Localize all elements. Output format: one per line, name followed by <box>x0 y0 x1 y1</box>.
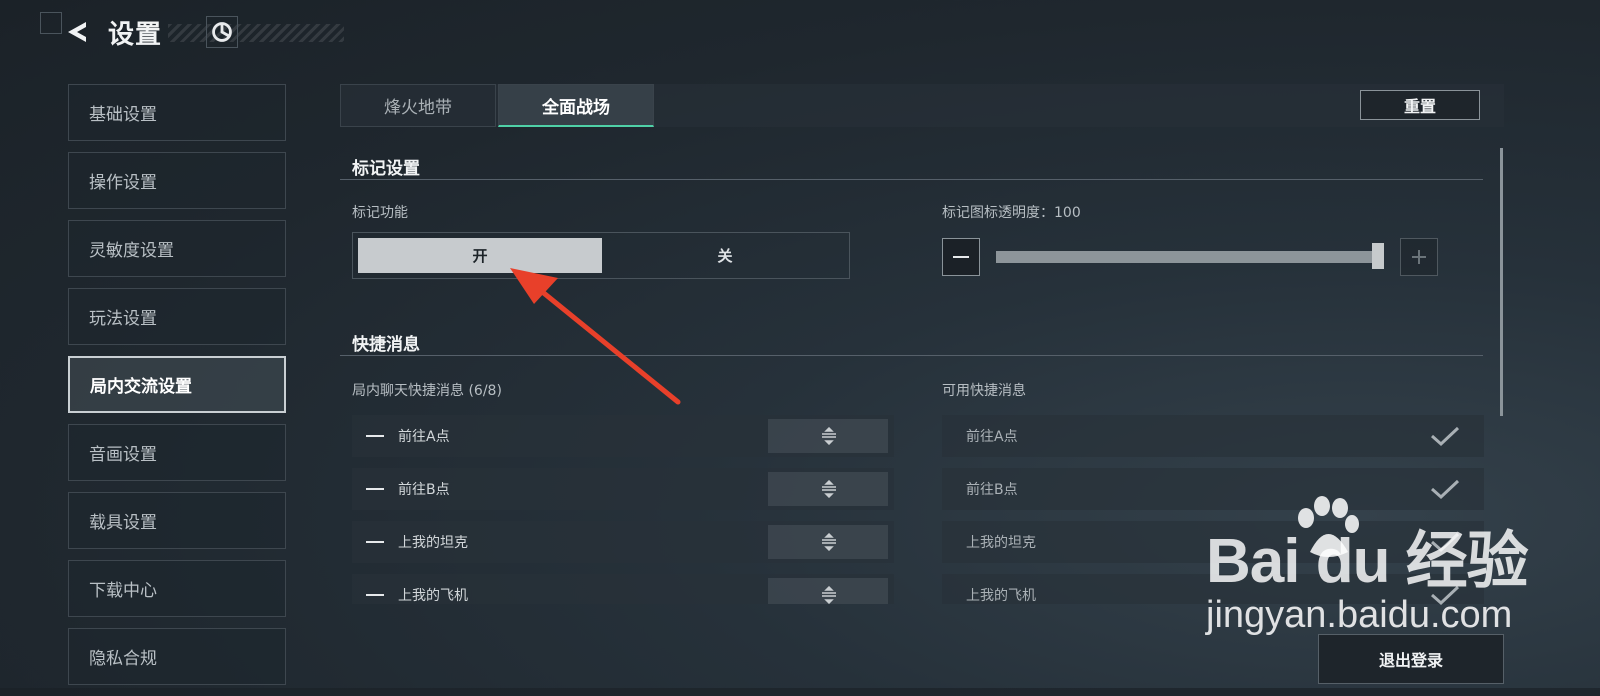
toggle-off-button[interactable]: 关 <box>603 238 847 273</box>
header-stripe-decoration <box>168 24 344 42</box>
sidebar-item-privacy[interactable]: 隐私合规 <box>68 628 286 685</box>
drag-handle[interactable] <box>768 472 888 506</box>
drag-handle-icon <box>822 480 836 498</box>
chat-message-row: 前往B点 <box>352 468 894 510</box>
chat-message-text: 前往B点 <box>398 482 450 498</box>
drag-handle[interactable] <box>768 525 888 559</box>
check-icon <box>1431 479 1460 500</box>
sidebar-item-label: 局内交流设置 <box>90 377 192 397</box>
drag-handle[interactable] <box>768 419 888 453</box>
remove-message-icon[interactable] <box>366 435 384 437</box>
mark-section-title: 标记设置 <box>352 159 420 179</box>
remove-message-icon[interactable] <box>366 488 384 490</box>
sidebar-item-vehicle[interactable]: 载具设置 <box>68 492 286 549</box>
opacity-slider-fill <box>996 251 1382 263</box>
opacity-slider-handle[interactable] <box>1372 243 1384 269</box>
plus-icon[interactable] <box>1400 238 1438 276</box>
baidu-watermark-url: jingyan.baidu.com <box>1206 594 1513 636</box>
chat-message-row: 上我的坦克 <box>352 521 894 563</box>
chat-messages-label: 局内聊天快捷消息 (6/8) <box>352 383 502 399</box>
content-scrollbar[interactable] <box>1500 148 1503 416</box>
section-divider <box>340 355 1483 356</box>
drag-handle[interactable] <box>768 578 888 604</box>
game-logo-icon <box>206 16 238 48</box>
sidebar-item-gameplay[interactable]: 玩法设置 <box>68 288 286 345</box>
sidebar-item-label: 下载中心 <box>89 581 157 601</box>
sidebar: 基础设置 操作设置 灵敏度设置 玩法设置 局内交流设置 音画设置 载具设置 下载… <box>68 84 286 696</box>
quick-section-title: 快捷消息 <box>352 335 420 355</box>
sidebar-item-download-center[interactable]: 下载中心 <box>68 560 286 617</box>
logout-button[interactable]: 退出登录 <box>1318 634 1504 684</box>
sidebar-item-audio-video[interactable]: 音画设置 <box>68 424 286 481</box>
available-message-row[interactable]: 前往B点 <box>942 468 1484 510</box>
reset-button[interactable]: 重置 <box>1360 90 1480 120</box>
sidebar-item-label: 隐私合规 <box>89 649 157 669</box>
sidebar-item-label: 玩法设置 <box>89 309 157 329</box>
sidebar-item-label: 载具设置 <box>89 513 157 533</box>
back-arrow-icon[interactable] <box>64 18 92 46</box>
mark-toggle: 开 关 <box>352 232 850 279</box>
available-message-text: 前往A点 <box>966 429 1018 445</box>
drag-handle-icon <box>822 533 836 551</box>
mode-tabbar: 烽火地带 全面战场 <box>340 84 1504 127</box>
available-messages-label: 可用快捷消息 <box>942 383 1026 399</box>
minus-icon[interactable] <box>942 238 980 276</box>
sidebar-item-controls[interactable]: 操作设置 <box>68 152 286 209</box>
chat-message-row: 前往A点 <box>352 415 894 457</box>
chat-message-row: 上我的飞机 <box>352 574 894 604</box>
available-message-text: 上我的飞机 <box>966 588 1036 604</box>
chat-message-text: 上我的坦克 <box>398 535 468 551</box>
available-message-text: 前往B点 <box>966 482 1018 498</box>
sidebar-item-in-game-chat[interactable]: 局内交流设置 <box>68 356 286 413</box>
header: 设置 <box>0 0 360 66</box>
sidebar-item-basic[interactable]: 基础设置 <box>68 84 286 141</box>
drag-handle-icon <box>822 586 836 604</box>
check-icon <box>1431 426 1460 447</box>
remove-message-icon[interactable] <box>366 594 384 596</box>
available-message-row[interactable]: 前往A点 <box>942 415 1484 457</box>
toggle-on-button[interactable]: 开 <box>358 238 602 273</box>
section-divider <box>340 179 1483 180</box>
tab-full-battlefield[interactable]: 全面战场 <box>498 84 654 127</box>
drag-handle-icon <box>822 427 836 445</box>
tab-fenghuo[interactable]: 烽火地带 <box>340 84 496 127</box>
sidebar-item-label: 基础设置 <box>89 105 157 125</box>
sidebar-item-label: 灵敏度设置 <box>89 241 174 261</box>
sidebar-item-label: 音画设置 <box>89 445 157 465</box>
corner-decoration <box>40 12 62 34</box>
sidebar-item-label: 操作设置 <box>89 173 157 193</box>
sidebar-item-sensitivity[interactable]: 灵敏度设置 <box>68 220 286 277</box>
mark-function-label: 标记功能 <box>352 205 408 221</box>
opacity-slider[interactable] <box>996 251 1382 263</box>
opacity-label: 标记图标透明度：100 <box>942 205 1081 221</box>
chat-message-text: 前往A点 <box>398 429 450 445</box>
page-title: 设置 <box>108 20 163 50</box>
available-message-text: 上我的坦克 <box>966 535 1036 551</box>
chat-message-text: 上我的飞机 <box>398 588 468 604</box>
baidu-watermark-logo: Bai du 经验 <box>1206 527 1529 596</box>
remove-message-icon[interactable] <box>366 541 384 543</box>
